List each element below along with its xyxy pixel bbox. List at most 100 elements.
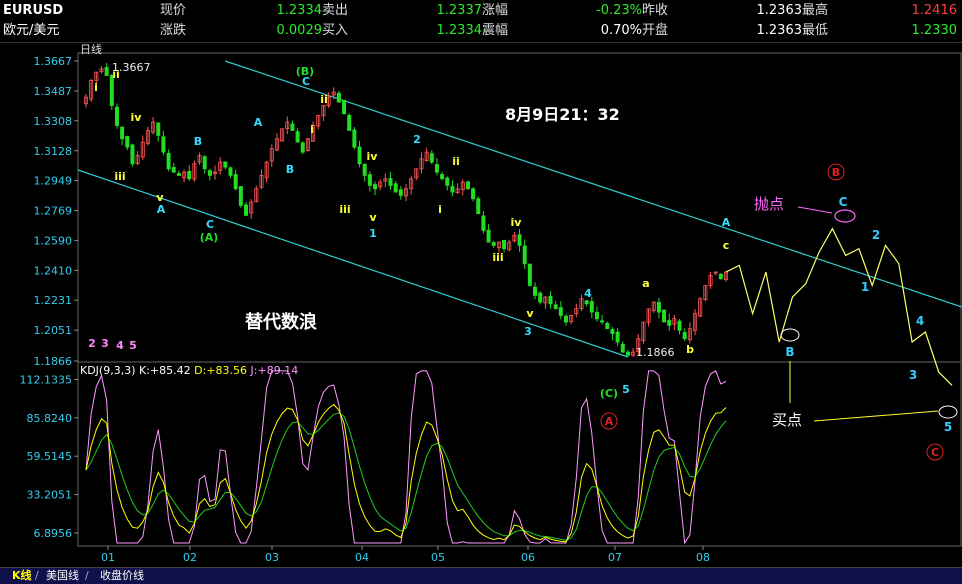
buy-point-ellipse-b: [780, 328, 800, 342]
candle-body: [471, 188, 476, 200]
price-tick-label: 1.3128: [34, 145, 73, 158]
low-price-label: 1.1866: [636, 346, 675, 359]
circled-wave-label: B: [832, 166, 840, 179]
wave-label-yellow: v: [369, 211, 377, 224]
candle-body: [677, 320, 682, 331]
kdj-j-label: J:: [250, 364, 258, 377]
candle-body: [662, 309, 667, 323]
label-prev-close: 昨收: [642, 3, 669, 18]
wave-label-cyan: C: [206, 218, 214, 231]
price-panel-border: [77, 52, 962, 363]
value-current-price: 1.2334: [276, 3, 323, 18]
chart-area[interactable]: 日线 1.3667 1.3487 1.3308 1.3128 1.2949 1.2769 1…: [0, 43, 962, 567]
candle-body: [486, 229, 491, 243]
x-axis-ticks: 01 02 03 04 05 06 07 08: [101, 546, 710, 564]
candle-body: [207, 170, 212, 176]
candle-body: [600, 320, 605, 323]
wave-label-cyan: 5: [622, 383, 630, 396]
price-tick-label: 1.2949: [34, 175, 73, 188]
candle-body: [450, 186, 455, 193]
candle-body: [373, 184, 378, 190]
price-tick-label: 1.2590: [34, 234, 73, 247]
candle-body: [342, 99, 347, 115]
wave-label-cyan: B: [785, 345, 794, 359]
candle-body: [440, 174, 445, 180]
candle-body: [589, 301, 594, 313]
sell-point-ellipse: [834, 209, 856, 223]
sell-point-arrow: [797, 206, 833, 214]
period-label: 日线: [80, 43, 102, 56]
label-buy: 买入: [322, 23, 349, 38]
wave-label-cyan: A: [254, 116, 263, 129]
wave-label-yellow: iii: [114, 170, 125, 183]
symbol-name[interactable]: 欧元/美元: [3, 21, 59, 41]
tab-sep: /: [35, 569, 39, 582]
label-high: 最高: [802, 3, 829, 18]
channel-upper-line: [224, 60, 962, 308]
candle-body: [120, 126, 125, 140]
candle-body: [564, 315, 569, 323]
candle-body: [357, 146, 362, 165]
wave-label-cyan: 1: [369, 227, 377, 240]
candle-body: [388, 178, 393, 186]
candle-body: [522, 245, 527, 265]
wave-label-cyan: 5: [944, 420, 952, 434]
kdj-k-value: +85.42: [150, 364, 194, 377]
buy-point-ellipse-5: [938, 405, 958, 419]
tab-kline[interactable]: K线: [12, 568, 32, 583]
price-tick-label: 1.2231: [34, 294, 73, 307]
candlesticks: [84, 63, 729, 357]
kdj-tick-label: 59.5145: [27, 450, 73, 463]
candle-body: [434, 164, 439, 173]
wave-label-pink: 4: [116, 339, 124, 352]
candle-body: [548, 296, 553, 305]
tab-sep: /: [85, 569, 89, 582]
tab-us-line[interactable]: 美国线: [46, 568, 79, 583]
candle-body: [336, 92, 341, 103]
tab-close-line[interactable]: 收盘价线: [100, 568, 144, 583]
wave-label-yellow: iv: [131, 111, 143, 124]
wave-label-cyan: 2: [872, 228, 880, 242]
kdj-k-label: K:: [139, 364, 150, 377]
label-sell: 卖出: [322, 3, 349, 18]
value-buy: 1.2334: [436, 23, 483, 38]
candle-body: [362, 163, 367, 176]
wave-label-pink: 5: [129, 339, 137, 352]
kdj-tick-label: 112.1335: [20, 373, 73, 386]
kdj-tick-label: 85.8240: [27, 412, 73, 425]
x-tick-label: 07: [608, 551, 622, 564]
wave-label-cyan: A: [722, 216, 731, 229]
candle-body: [223, 161, 228, 168]
buy-point-arrow-right: [813, 410, 939, 422]
candle-body: [166, 153, 171, 170]
candle-body: [393, 183, 398, 193]
price-tick-label: 1.3667: [34, 55, 73, 68]
candle-body: [171, 167, 176, 173]
candle-body: [295, 131, 300, 143]
kdj-d-label: D:: [194, 364, 206, 377]
wave-label-pink: 3: [101, 337, 109, 350]
wave-label-yellow: b: [686, 343, 694, 356]
label-change-pct: 涨幅: [482, 3, 509, 18]
wave-label-cyan: B: [194, 135, 202, 148]
candle-body: [615, 331, 620, 343]
price-chart-svg[interactable]: 日线 1.36671.34871.33081.31281.29491.27691…: [0, 43, 962, 567]
kdj-y-ticks: 112.1335 85.8240 59.5145 33.2051 6.8956: [20, 373, 78, 540]
kdj-d-value: +83.56: [206, 364, 250, 377]
value-low: 1.2330: [911, 23, 958, 38]
value-high: 1.2416: [911, 3, 958, 18]
label-amplitude: 震幅: [482, 23, 509, 38]
label-change: 涨跌: [160, 23, 187, 38]
wave-label-pink: 2: [88, 337, 96, 350]
price-tick-label: 1.3487: [34, 85, 73, 98]
wave-label-yellow: iv: [511, 216, 523, 229]
candle-body: [605, 322, 610, 330]
quote-row-1: EURUSD 现价 1.2334 卖出 1.2337 涨幅 -0.23% 昨收 …: [0, 1, 962, 21]
wave-label-green: (B): [296, 65, 314, 78]
candle-body: [465, 181, 470, 190]
candle-body: [398, 189, 403, 196]
candle-body: [584, 300, 589, 305]
symbol-code[interactable]: EURUSD: [3, 1, 63, 21]
candle-body: [533, 286, 538, 296]
x-tick-label: 03: [265, 551, 279, 564]
